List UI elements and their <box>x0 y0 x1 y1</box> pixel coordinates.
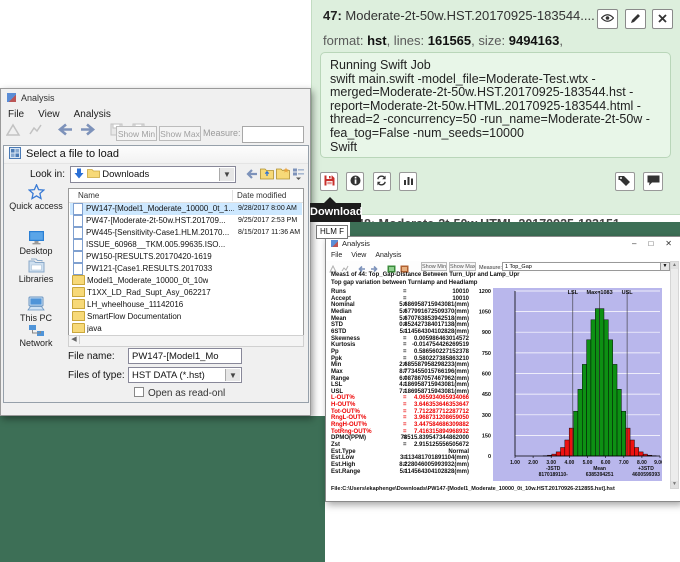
svg-text:6385394251: 6385394251 <box>586 472 614 478</box>
svg-text:Max=1083: Max=1083 <box>587 290 613 296</box>
svg-text:1050: 1050 <box>479 310 491 316</box>
svg-text:5.00: 5.00 <box>583 460 593 466</box>
svg-text:150: 150 <box>482 433 491 439</box>
svg-text:900: 900 <box>482 330 491 336</box>
svg-text:1.00: 1.00 <box>510 460 520 466</box>
svg-text:300: 300 <box>482 413 491 419</box>
svg-text:600: 600 <box>482 372 491 378</box>
svg-text:1200: 1200 <box>479 289 491 295</box>
svg-text:8170189110-: 8170189110- <box>539 472 569 478</box>
svg-text:2.00: 2.00 <box>528 460 538 466</box>
svg-text:4.00: 4.00 <box>565 460 575 466</box>
svg-text:750: 750 <box>482 351 491 357</box>
svg-text:9.00: 9.00 <box>654 460 662 466</box>
svg-text:4600599393: 4600599393 <box>632 472 660 478</box>
svg-text:LSL: LSL <box>568 290 579 296</box>
svg-text:450: 450 <box>482 392 491 398</box>
svg-text:0: 0 <box>488 454 491 460</box>
svg-text:USL: USL <box>622 290 634 296</box>
svg-text:7.00: 7.00 <box>619 460 629 466</box>
